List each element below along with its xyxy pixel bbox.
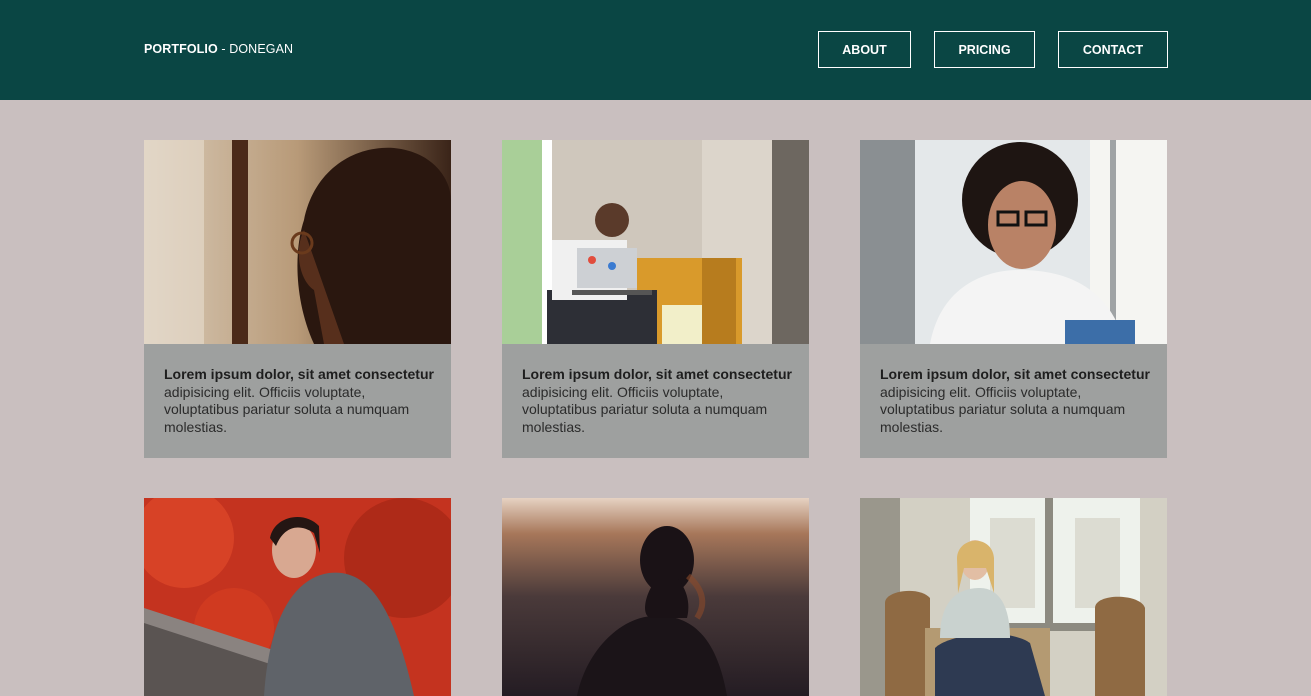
card-text: Lorem ipsum dolor, sit amet consectetur … bbox=[880, 366, 1155, 436]
card-body: adipisicing elit. Officiis voluptate, vo… bbox=[880, 383, 1126, 435]
portfolio-card[interactable] bbox=[502, 498, 809, 696]
portfolio-card[interactable] bbox=[860, 498, 1167, 696]
woman-curly-hair-photo[interactable] bbox=[860, 140, 1167, 344]
woman-red-foliage-photo[interactable] bbox=[144, 498, 451, 696]
card-text: Lorem ipsum dolor, sit amet consectetur … bbox=[522, 366, 797, 436]
card-body: adipisicing elit. Officiis voluptate, vo… bbox=[522, 383, 768, 435]
nav-pricing-button[interactable]: PRICING bbox=[934, 31, 1035, 68]
woman-glasses-profile-photo[interactable] bbox=[144, 140, 451, 344]
woman-silhouette-sunset-photo[interactable] bbox=[502, 498, 809, 696]
nav-about-button[interactable]: ABOUT bbox=[818, 31, 911, 68]
woman-armchair-photo[interactable] bbox=[860, 498, 1167, 696]
card-lead: Lorem ipsum dolor, sit amet consectetur bbox=[164, 366, 434, 382]
card-text: Lorem ipsum dolor, sit amet consectetur … bbox=[164, 366, 439, 436]
brand-logo[interactable]: PORTFOLIO - DONEGAN bbox=[144, 42, 293, 56]
portfolio-card[interactable]: Lorem ipsum dolor, sit amet consectetur … bbox=[502, 140, 809, 458]
brand-rest: - DONEGAN bbox=[217, 42, 294, 56]
brand-bold: PORTFOLIO bbox=[144, 42, 218, 56]
portfolio-card[interactable]: Lorem ipsum dolor, sit amet consectetur … bbox=[860, 140, 1167, 458]
card-body: adipisicing elit. Officiis voluptate, vo… bbox=[164, 383, 410, 435]
nav-contact-button[interactable]: CONTACT bbox=[1058, 31, 1168, 68]
top-header: PORTFOLIO - DONEGAN ABOUT PRICING CONTAC… bbox=[0, 0, 1311, 100]
card-lead: Lorem ipsum dolor, sit amet consectetur bbox=[522, 366, 792, 382]
man-laptop-photo[interactable] bbox=[502, 140, 809, 344]
portfolio-card[interactable] bbox=[144, 498, 451, 696]
card-lead: Lorem ipsum dolor, sit amet consectetur bbox=[880, 366, 1150, 382]
portfolio-card[interactable]: Lorem ipsum dolor, sit amet consectetur … bbox=[144, 140, 451, 458]
